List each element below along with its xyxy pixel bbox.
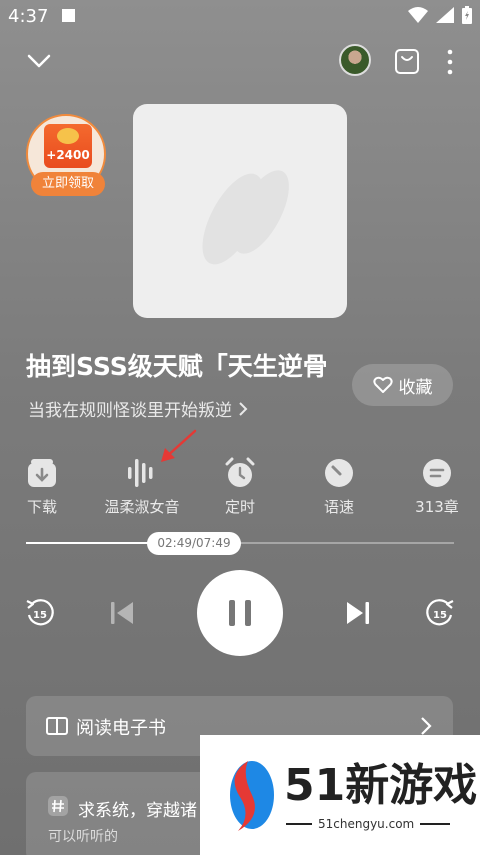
download-button[interactable]: 下载 (0, 456, 90, 517)
chevron-right-icon (421, 717, 432, 735)
tools-row: 下载 温柔淑女音 定时 语速 313章 (0, 456, 480, 520)
status-icons (408, 6, 472, 24)
skip-previous-icon (111, 602, 133, 624)
favorite-button[interactable]: 收藏 (352, 364, 453, 406)
chapters-button[interactable]: 313章 (389, 456, 480, 517)
watermark-divider (420, 823, 450, 825)
favorite-label: 收藏 (398, 377, 433, 398)
rewind-icon: 15 (26, 599, 54, 626)
signal-icon (436, 7, 454, 23)
recommendation-subtitle: 可以听听的 (48, 829, 118, 845)
reward-amount: +2400 (46, 148, 90, 162)
notification-icon (62, 9, 75, 22)
speed-button[interactable]: 语速 (291, 456, 387, 517)
status-bar: 4:37 (0, 0, 480, 34)
hashtag-icon (48, 796, 68, 816)
battery-icon (462, 6, 472, 24)
time-indicator[interactable]: 02:49/07:49 (147, 532, 241, 555)
voice-wave-icon (128, 459, 153, 487)
watermark: 51新游戏 51chengyu.com (200, 735, 480, 855)
coin-icon (57, 128, 79, 144)
pause-button[interactable] (197, 570, 283, 656)
read-ebook-label: 阅读电子书 (76, 718, 166, 739)
book-subtitle-link[interactable]: 当我在规则怪谈里开始叛逆 (28, 396, 248, 421)
speed-gauge-icon (325, 459, 353, 487)
claim-reward-button[interactable]: 立即领取 (31, 172, 105, 196)
reward-badge[interactable]: +2400 立即领取 (26, 114, 106, 196)
progress-fill (26, 542, 155, 544)
tool-label: 定时 (224, 498, 255, 516)
watermark-logo-icon (230, 761, 274, 831)
chapters-icon (423, 459, 451, 487)
more-vertical-icon[interactable] (444, 48, 456, 76)
wifi-icon (408, 7, 428, 23)
chevron-right-icon (239, 401, 248, 416)
status-time: 4:37 (8, 6, 49, 27)
forward-seconds: 15 (433, 610, 447, 621)
previous-button[interactable] (106, 597, 138, 629)
heart-icon (372, 376, 393, 393)
book-title: 抽到SSS级天赋「天生逆骨 (26, 352, 326, 381)
book-open-icon (46, 717, 68, 735)
tool-label: 温柔淑女音 (104, 498, 180, 516)
forward-15-button[interactable]: 15 (422, 597, 458, 629)
skip-next-icon (347, 602, 369, 624)
book-subtitle: 当我在规则怪谈里开始叛逆 (28, 401, 232, 421)
download-icon (28, 459, 56, 487)
tool-label: 下载 (26, 498, 57, 516)
book-cover (133, 104, 347, 318)
avatar[interactable] (339, 44, 371, 76)
watermark-text: 51新游戏 (284, 760, 478, 811)
tool-label: 语速 (323, 498, 354, 516)
tool-label: 313章 (415, 498, 459, 516)
timer-button[interactable]: 定时 (192, 456, 288, 517)
pause-icon (229, 600, 251, 626)
reward-card: +2400 (44, 124, 92, 168)
watermark-divider (286, 823, 312, 825)
watermark-url: 51chengyu.com (318, 817, 415, 831)
player-controls: 15 15 (0, 570, 480, 656)
rewind-seconds: 15 (33, 610, 47, 621)
annotation-arrow-icon (161, 429, 197, 462)
alarm-clock-icon (225, 457, 255, 487)
forward-icon: 15 (426, 599, 454, 626)
rewind-15-button[interactable]: 15 (22, 597, 58, 629)
shopping-bag-icon[interactable] (394, 47, 420, 75)
recommendation-title: 求系统，穿越诸 (78, 801, 197, 821)
cover-placeholder-icon (202, 170, 289, 265)
chevron-down-icon[interactable] (26, 50, 52, 72)
next-button[interactable] (342, 597, 374, 629)
